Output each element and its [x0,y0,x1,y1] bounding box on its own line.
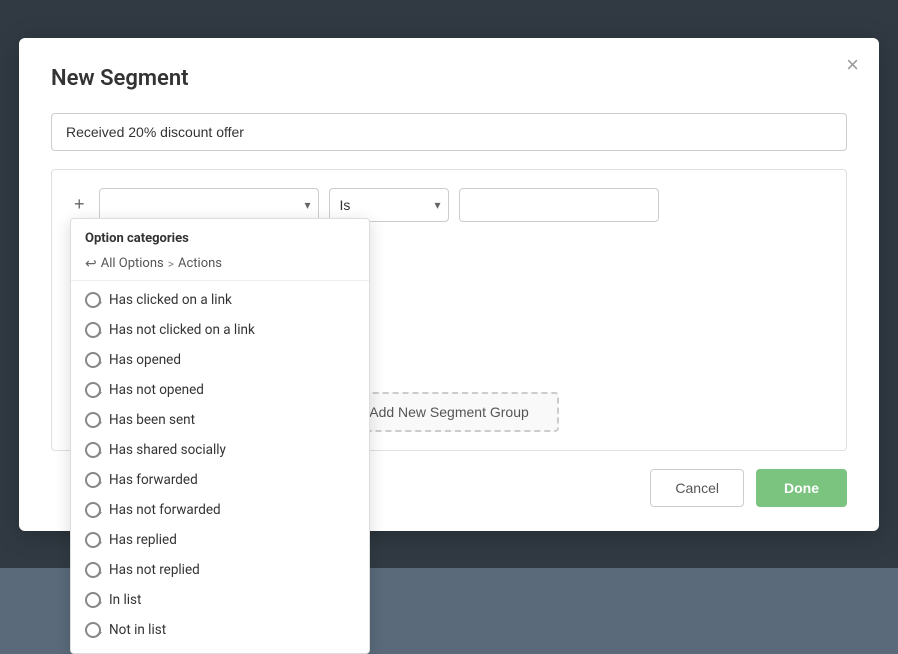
conditions-box: + Is Option categories ↩ Al [51,169,847,451]
add-segment-group-button[interactable]: Add New Segment Group [339,392,559,432]
action-icon [85,322,101,338]
action-icon [85,352,101,368]
list-item[interactable]: Has shared socially [71,435,369,465]
list-item[interactable]: Has opened [71,345,369,375]
segment-name-input[interactable] [51,113,847,151]
item-label: Has not opened [109,382,204,398]
item-label: Has not replied [109,562,200,578]
main-condition-select[interactable] [99,188,319,222]
item-label: In list [109,592,141,608]
action-icon [85,532,101,548]
list-item[interactable]: Has not replied [71,555,369,585]
action-icon [85,382,101,398]
action-icon [85,562,101,578]
action-icon [85,292,101,308]
list-item[interactable]: Has clicked on a link [71,285,369,315]
main-select-wrapper [99,188,319,222]
condition-row: + Is [70,188,828,222]
list-item[interactable]: Has not opened [71,375,369,405]
dropdown-header: Option categories [71,219,369,252]
action-icon [85,472,101,488]
is-select-wrapper: Is [329,188,449,222]
list-item[interactable]: Has not clicked on a link [71,315,369,345]
item-label: Has shared socially [109,442,226,458]
list-item[interactable]: Has forwarded [71,465,369,495]
condition-value-input[interactable] [459,188,659,222]
item-label: Has clicked on a link [109,292,232,308]
item-label: Has forwarded [109,472,198,488]
list-item[interactable]: Has not forwarded [71,495,369,525]
action-icon [85,442,101,458]
is-select[interactable]: Is [329,188,449,222]
item-label: Has opened [109,352,181,368]
cancel-button[interactable]: Cancel [650,469,744,507]
breadcrumb-current: Actions [178,256,222,271]
breadcrumb-back[interactable]: All Options [101,256,164,271]
dropdown-breadcrumb[interactable]: ↩ All Options > Actions [71,252,369,281]
action-icon [85,502,101,518]
list-item[interactable]: In list [71,585,369,615]
back-arrow-icon: ↩ [85,256,97,272]
modal-title: New Segment [51,66,847,91]
list-item[interactable]: Has been sent [71,405,369,435]
close-button[interactable]: × [846,54,859,76]
action-icon [85,622,101,638]
modal-overlay: × New Segment + Is [0,0,898,568]
modal-dialog: × New Segment + Is [19,38,879,531]
list-item[interactable]: Not in list [71,615,369,645]
add-condition-button[interactable]: + [70,194,89,215]
list-item[interactable]: Has replied [71,525,369,555]
item-label: Has replied [109,532,177,548]
item-label: Has not forwarded [109,502,221,518]
action-icon [85,592,101,608]
item-label: Has been sent [109,412,195,428]
dropdown-items-list: Has clicked on a link Has not clicked on… [71,285,369,645]
item-label: Has not clicked on a link [109,322,255,338]
action-icon [85,412,101,428]
dropdown-menu: Option categories ↩ All Options > Action… [70,218,370,654]
breadcrumb-separator: > [168,257,174,271]
item-label: Not in list [109,622,166,638]
done-button[interactable]: Done [756,469,847,507]
